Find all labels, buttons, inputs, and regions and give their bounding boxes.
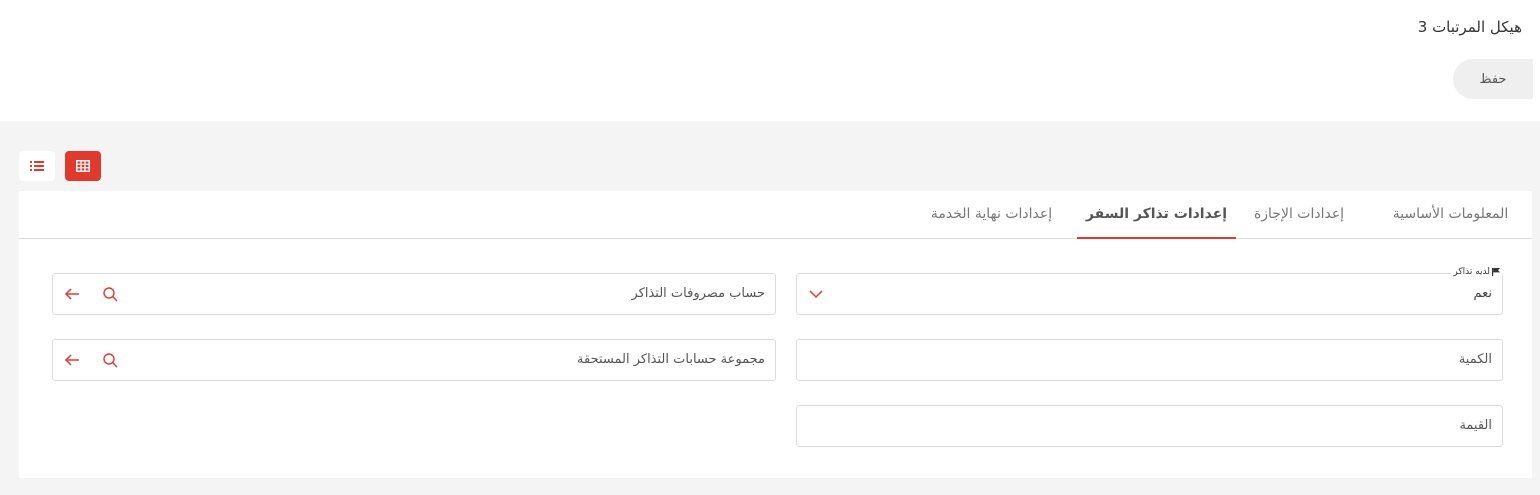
tab-travel-tickets[interactable]: إعدادات تذاكر السفر: [1077, 191, 1236, 239]
header: هيكل المرتبات 3 حفظ: [0, 0, 1540, 121]
tab-bar: المعلومات الأساسية إعدادات الإجازة إعداد…: [19, 191, 1532, 239]
quantity-field[interactable]: الكمية: [796, 339, 1503, 381]
list-view-button[interactable]: [19, 151, 55, 181]
has-tickets-label: لديه تذاكر: [1451, 267, 1502, 277]
arrow-left-icon[interactable]: [64, 352, 80, 368]
tab-basic-info[interactable]: المعلومات الأساسية: [1369, 191, 1532, 239]
value-placeholder: القيمة: [1459, 418, 1492, 433]
search-icon[interactable]: [102, 286, 118, 302]
page-title: هيكل المرتبات 3: [1417, 18, 1522, 36]
quantity-placeholder: الكمية: [1458, 352, 1492, 367]
save-button[interactable]: حفظ: [1453, 59, 1533, 99]
flag-icon: [1492, 268, 1500, 276]
ticket-expense-account-field[interactable]: حساب مصروفات التذاكر: [52, 273, 776, 315]
chevron-down-icon: [809, 290, 823, 299]
has-tickets-label-text: لديه تذاكر: [1453, 267, 1490, 277]
ticket-expense-account-placeholder: حساب مصروفات التذاكر: [631, 286, 766, 301]
grid-view-button[interactable]: [65, 151, 101, 181]
has-tickets-select[interactable]: نعم: [796, 273, 1503, 315]
search-icon[interactable]: [102, 352, 118, 368]
payable-accounts-group-field[interactable]: مجموعة حسابات التذاكر المستحقة: [52, 339, 776, 381]
grid-icon: [76, 160, 90, 172]
list-icon: [30, 161, 44, 171]
tab-end-of-service[interactable]: إعدادات نهاية الخدمة: [914, 191, 1069, 239]
payable-accounts-group-placeholder: مجموعة حسابات التذاكر المستحقة: [577, 352, 765, 367]
value-field[interactable]: القيمة: [796, 405, 1503, 447]
tab-leave-settings[interactable]: إعدادات الإجازة: [1239, 191, 1359, 239]
arrow-left-icon[interactable]: [64, 286, 80, 302]
has-tickets-value: نعم: [1473, 286, 1492, 301]
